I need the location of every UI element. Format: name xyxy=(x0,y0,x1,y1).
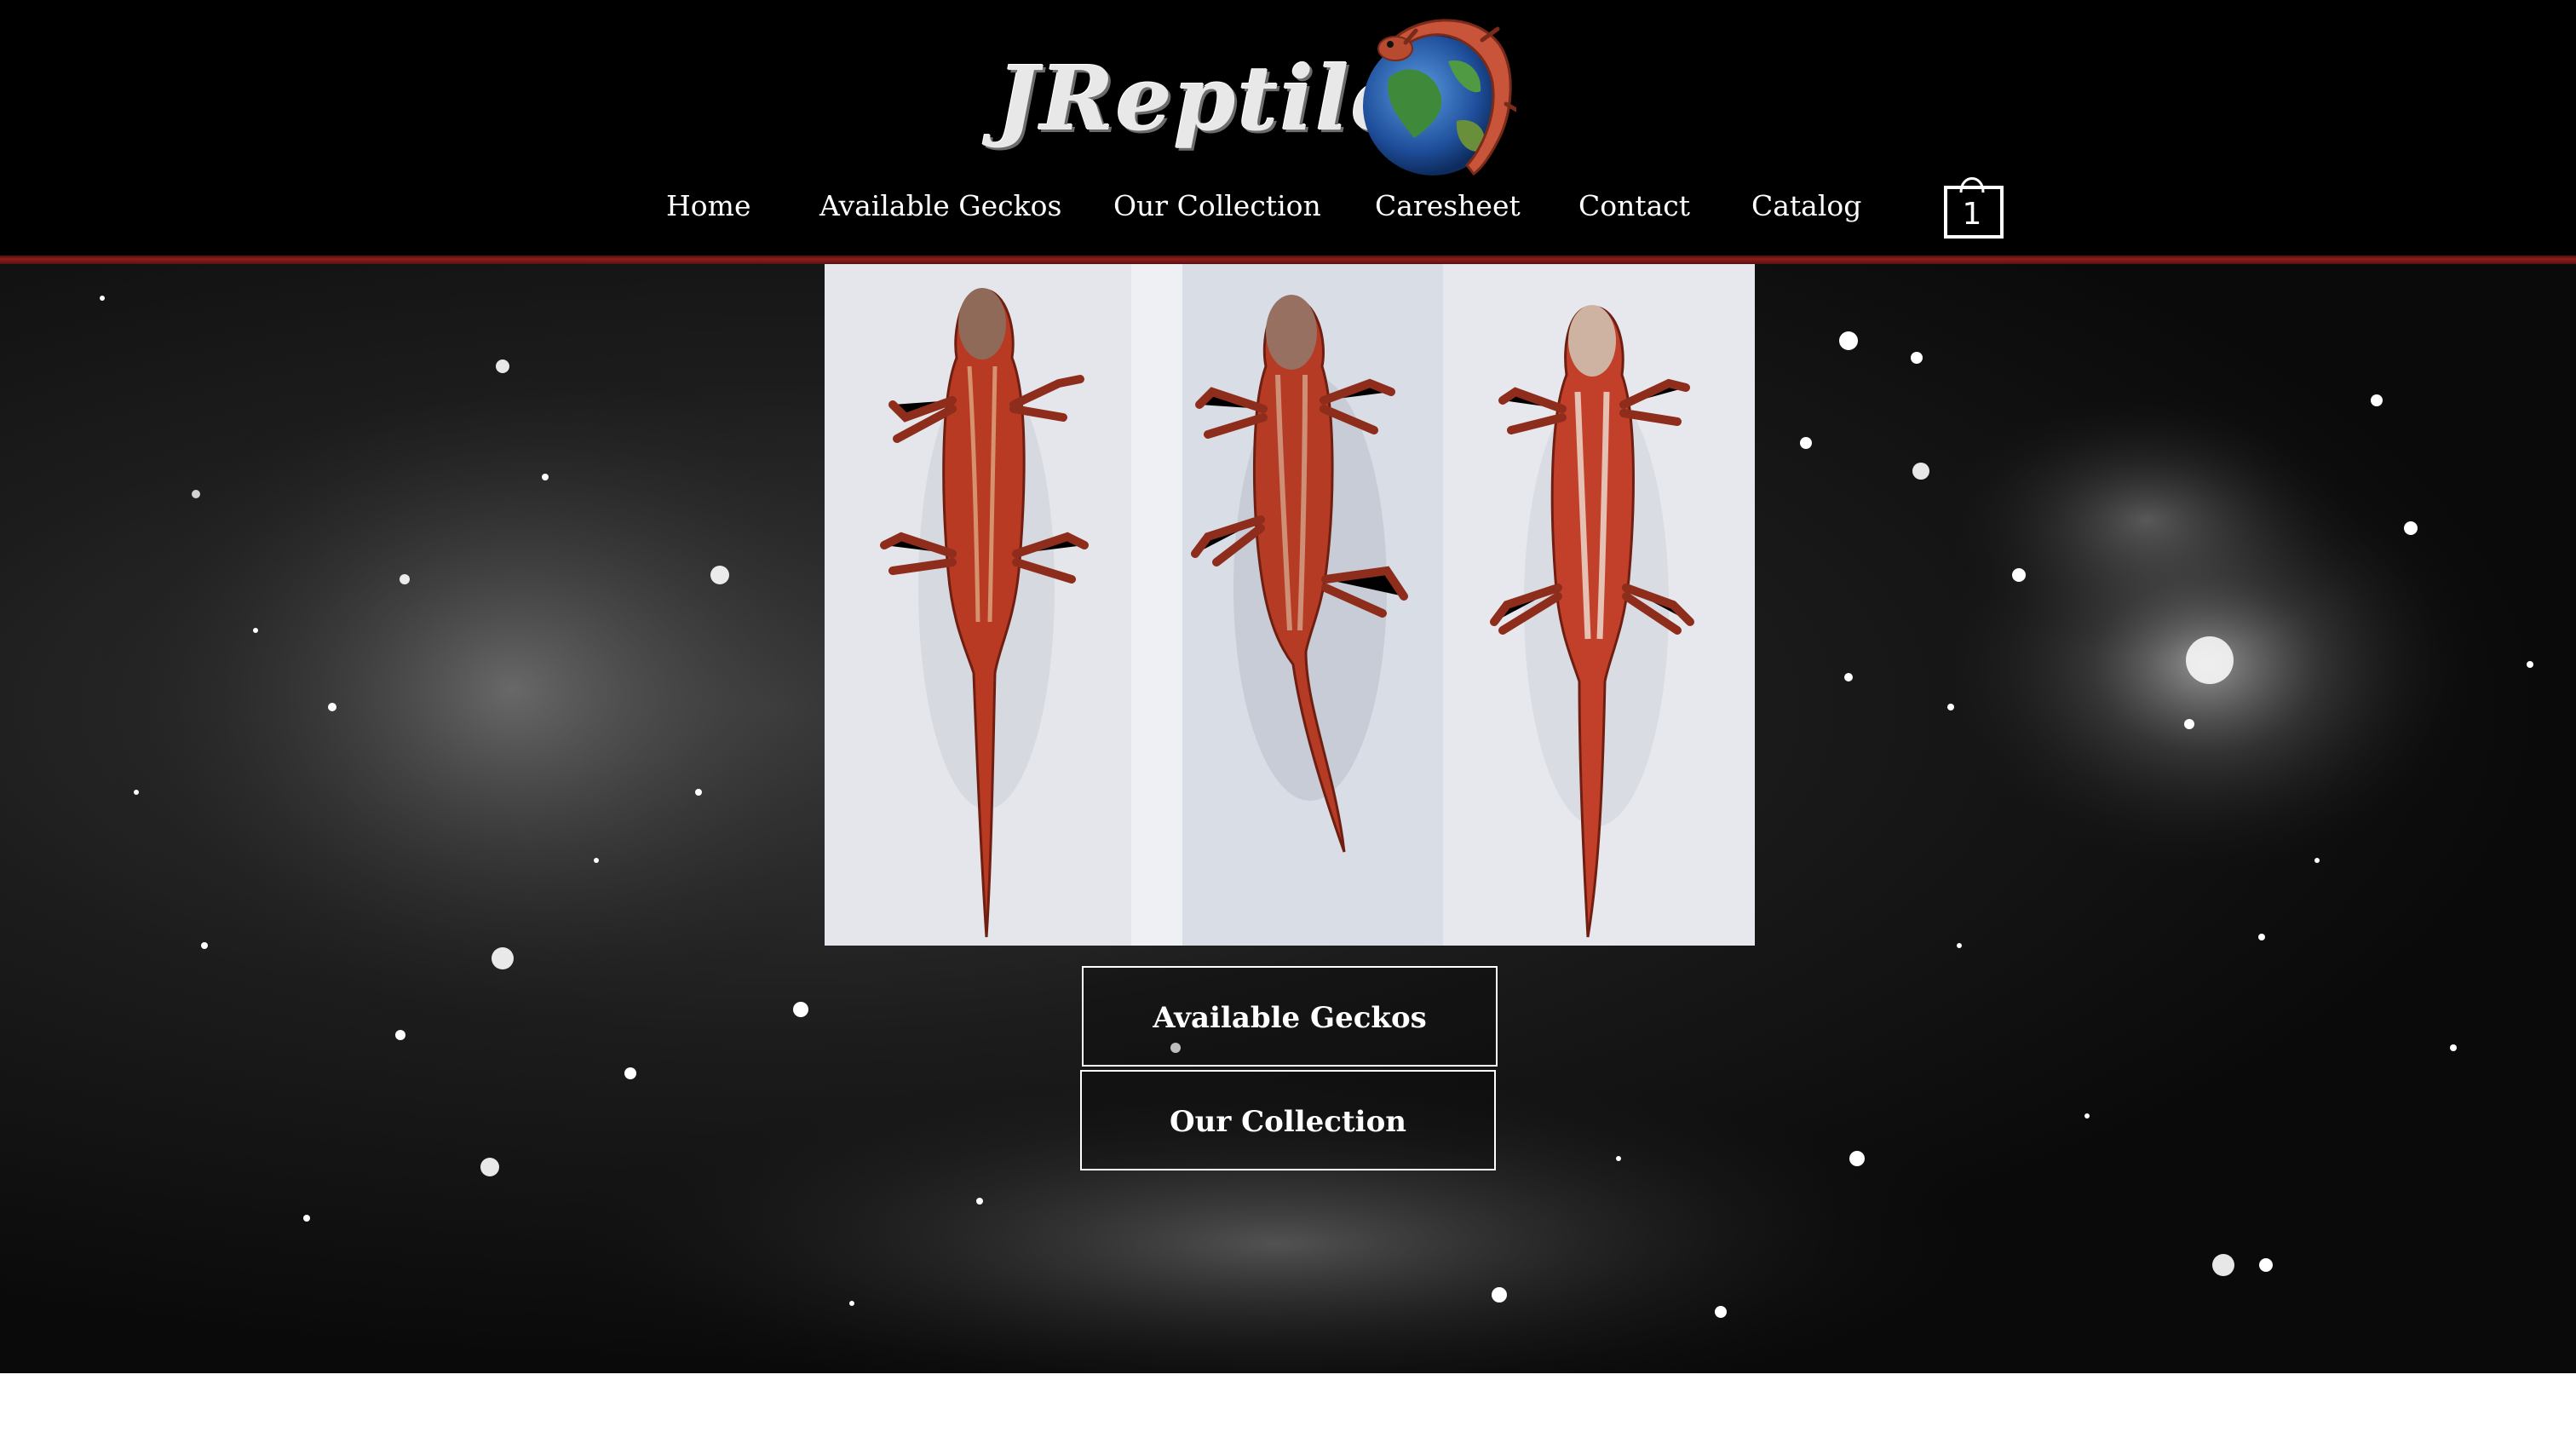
nav-item-our-collection[interactable]: Our Collection xyxy=(1113,181,1321,232)
gecko-photo-3 xyxy=(1443,264,1755,946)
nav-item-home[interactable]: Home xyxy=(666,181,750,232)
gecko-photo-collage xyxy=(825,264,1755,946)
our-collection-button[interactable]: Our Collection xyxy=(1080,1070,1496,1170)
gecko-photo-2 xyxy=(1131,264,1443,946)
page-bottom-area xyxy=(0,1373,2576,1455)
gecko-globe-icon xyxy=(1363,19,1516,176)
available-geckos-button[interactable]: Available Geckos xyxy=(1082,966,1498,1067)
nav-item-catalog[interactable]: Catalog xyxy=(1751,181,1861,232)
header-divider xyxy=(0,256,2576,264)
nav-item-caresheet[interactable]: Caresheet xyxy=(1375,181,1521,232)
main-nav: Home Available Geckos Our Collection Car… xyxy=(0,181,2576,232)
hero-section: Available Geckos Our Collection xyxy=(0,264,2576,1373)
cart-button[interactable]: 1 xyxy=(1942,167,2007,240)
nav-item-available-geckos[interactable]: Available Geckos xyxy=(819,181,1061,232)
page: JReptiles Home Available Geckos Our Coll… xyxy=(0,0,2576,1455)
site-logo[interactable]: JReptiles xyxy=(997,10,1516,186)
gecko-photo-1 xyxy=(825,264,1131,946)
site-header: JReptiles Home Available Geckos Our Coll… xyxy=(0,0,2576,256)
nav-item-contact[interactable]: Contact xyxy=(1578,181,1690,232)
cart-count: 1 xyxy=(1962,197,1982,232)
